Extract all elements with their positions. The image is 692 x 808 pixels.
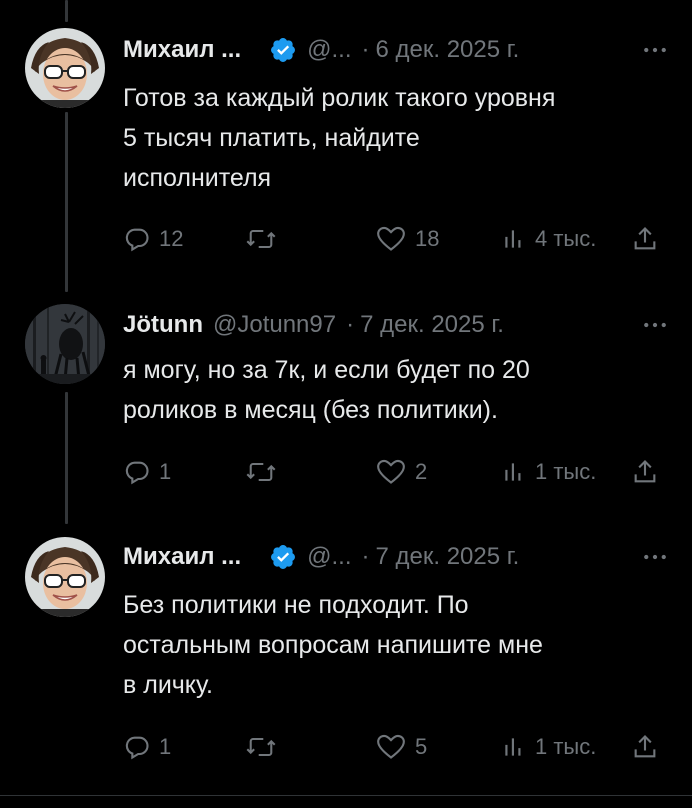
tweet-divider <box>0 795 692 796</box>
tweet-text-line: Без политики не подходит. По <box>123 591 469 619</box>
tweet-text-line: в личку. <box>123 671 213 699</box>
verified-badge-icon <box>269 543 297 571</box>
more-dots-icon[interactable] <box>640 542 670 572</box>
separator-dot: · <box>361 543 370 570</box>
avatar[interactable] <box>25 537 105 617</box>
tweet-text: Без политики не подходит. По остальным в… <box>123 585 668 705</box>
like-count: 5 <box>415 734 428 759</box>
share-button[interactable] <box>631 730 659 764</box>
like-button[interactable]: 5 <box>375 730 427 764</box>
reply-count: 1 <box>159 734 172 759</box>
author-name[interactable]: Михаил ... <box>123 543 241 571</box>
views-bar-chart-icon <box>505 738 521 756</box>
tweet-date[interactable]: 7 дек. 2025 г. <box>376 543 520 571</box>
conversation-thread: Михаил ... @... · 6 дек. 2025 г. Готов з… <box>0 0 692 808</box>
author-handle[interactable]: @... <box>307 543 351 571</box>
heart-outline-icon <box>377 734 405 759</box>
views-button[interactable]: 1 тыс. <box>501 730 596 764</box>
tweet-header: Михаил ... @... · 7 дек. 2025 г. <box>123 542 670 572</box>
share-upload-icon <box>634 735 656 758</box>
tweet[interactable]: Михаил ... @... · 7 дек. 2025 г. Без пол… <box>0 0 692 808</box>
views-count: 1 тыс. <box>535 734 597 759</box>
retweet-button[interactable] <box>245 730 285 764</box>
tweet-text-line: остальным вопросам напишите мне <box>123 631 543 659</box>
retweet-arrows-icon <box>246 737 276 757</box>
reply-button[interactable]: 1 <box>123 730 171 764</box>
smiling-man-sunglasses-avatar-icon <box>25 537 105 617</box>
tweet-actions: 1 5 1 тыс. <box>123 730 658 764</box>
reply-bubble-icon <box>125 736 149 760</box>
